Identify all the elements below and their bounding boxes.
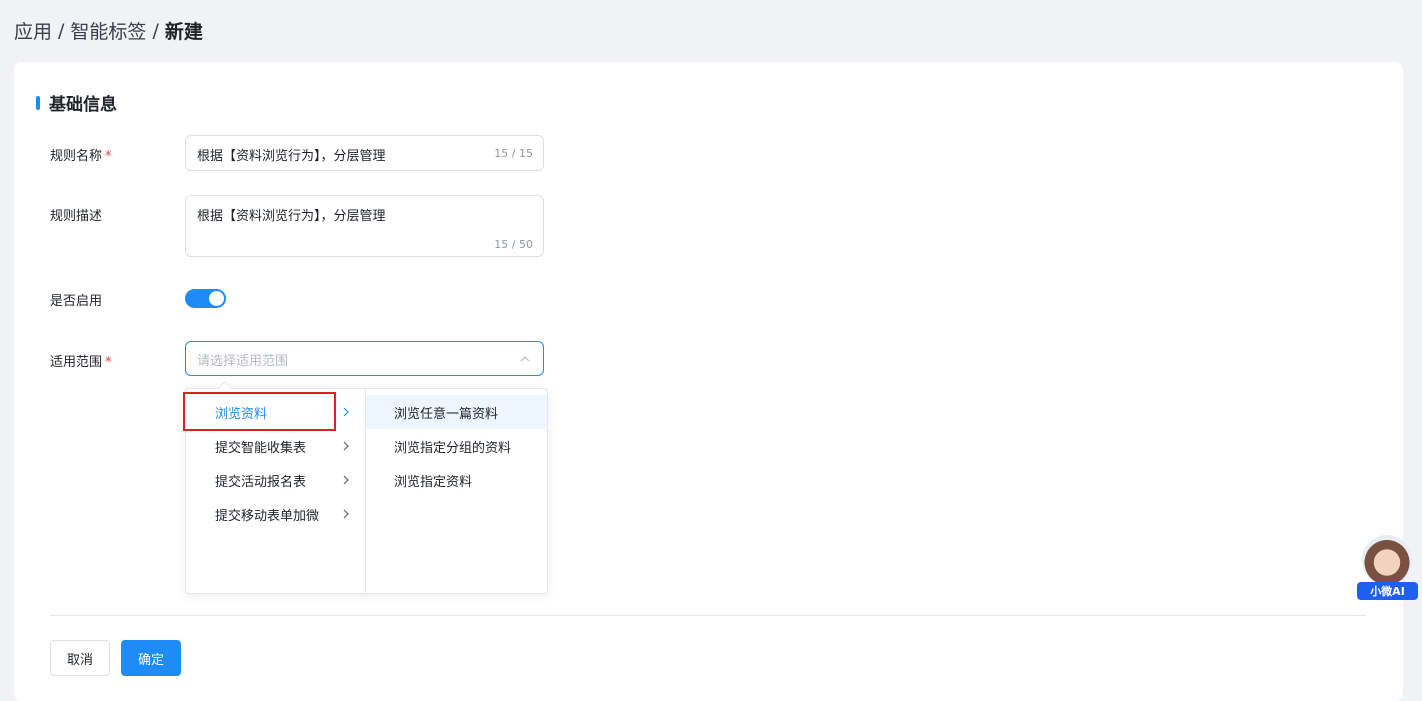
chevron-right-icon [343, 441, 349, 451]
rule-desc-label: 规则描述 [50, 209, 103, 224]
cascader-level1-menu: 浏览资料 提交智能收集表 提交活动报名表 提交移动表单加微 [186, 389, 366, 593]
chevron-right-icon [343, 509, 349, 519]
ai-assistant-widget[interactable]: 小微AI [1357, 535, 1418, 601]
breadcrumb-item-app[interactable]: 应用 [14, 17, 52, 44]
chevron-right-icon [343, 407, 349, 417]
scope-label: 适用范围 * [50, 355, 112, 370]
cancel-button[interactable]: 取消 [50, 640, 110, 676]
rule-name-input[interactable]: 根据【资料浏览行为】，分层管理 15 / 15 [185, 135, 544, 171]
avatar [1362, 535, 1412, 585]
rule-desc-count: 15 / 50 [494, 238, 533, 251]
cascader-level2-menu: 浏览任意一篇资料 浏览指定分组的资料 浏览指定资料 [366, 389, 547, 593]
section-header: 基础信息 [36, 90, 117, 115]
ai-assistant-label: 小微AI [1357, 582, 1418, 600]
breadcrumb-item-smart-tag[interactable]: 智能标签 [70, 17, 146, 44]
section-title: 基础信息 [49, 95, 117, 115]
enabled-toggle[interactable] [185, 289, 226, 308]
scope-placeholder: 请选择适用范围 [197, 354, 289, 369]
rule-name-count: 15 / 15 [494, 147, 533, 160]
breadcrumb: 应用 / 智能标签 / 新建 [14, 17, 203, 44]
required-mark: * [105, 355, 112, 370]
cascader-option-group-material[interactable]: 浏览指定分组的资料 [366, 429, 547, 463]
cascader-option-specific-material[interactable]: 浏览指定资料 [366, 463, 547, 497]
confirm-button[interactable]: 确定 [121, 640, 181, 676]
enabled-label: 是否启用 [50, 294, 103, 309]
required-mark: * [105, 149, 112, 164]
breadcrumb-current: 新建 [164, 21, 203, 43]
section-accent-bar [36, 95, 40, 110]
chevron-up-icon [520, 356, 530, 362]
breadcrumb-separator: / [58, 19, 65, 42]
cascader-dropdown: 浏览资料 提交智能收集表 提交活动报名表 提交移动表单加微 浏览任意一篇资料 浏… [185, 380, 548, 594]
rule-name-label: 规则名称 * [50, 149, 112, 164]
cascader-option-browse-material[interactable]: 浏览资料 [186, 395, 365, 429]
cascader-option-mobile-form[interactable]: 提交移动表单加微 [186, 497, 365, 531]
footer-divider [50, 615, 1366, 616]
cascader-option-any-material[interactable]: 浏览任意一篇资料 [366, 395, 547, 429]
cascader-option-smart-form[interactable]: 提交智能收集表 [186, 429, 365, 463]
toggle-knob [209, 291, 224, 306]
rule-desc-textarea[interactable]: 根据【资料浏览行为】，分层管理 15 / 50 [185, 195, 544, 257]
breadcrumb-separator: / [152, 19, 159, 42]
chevron-right-icon [343, 475, 349, 485]
scope-select[interactable]: 请选择适用范围 [185, 341, 544, 376]
rule-name-value: 根据【资料浏览行为】，分层管理 [197, 149, 386, 164]
cascader-option-event-signup[interactable]: 提交活动报名表 [186, 463, 365, 497]
rule-desc-value: 根据【资料浏览行为】，分层管理 [197, 209, 386, 224]
